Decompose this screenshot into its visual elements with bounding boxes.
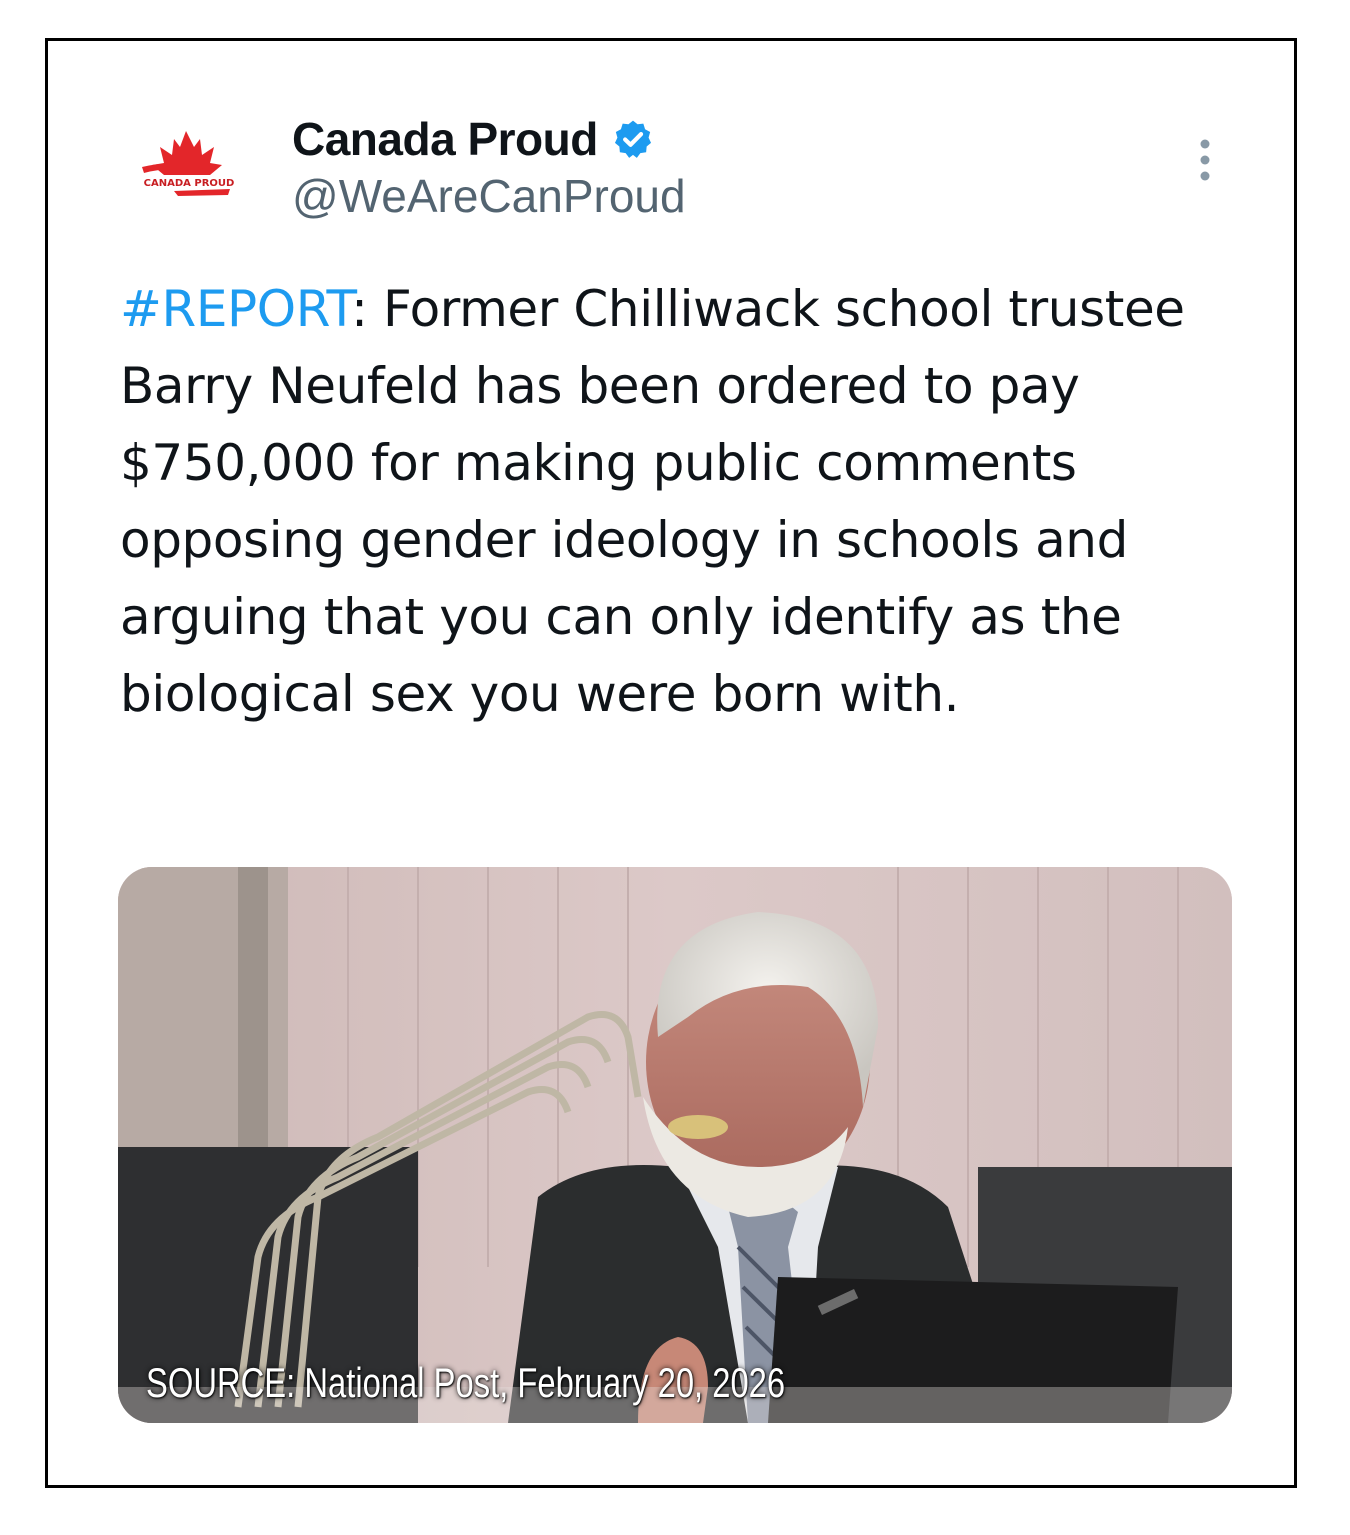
author-name-row: Canada Proud: [292, 111, 654, 167]
avatar-brand-text: CANADA PROUD: [144, 178, 235, 189]
author-handle[interactable]: @WeAreCanProud: [292, 169, 686, 223]
hashtag-link[interactable]: #REPORT: [120, 280, 351, 338]
post-text: #REPORT: Former Chilliwack school truste…: [120, 271, 1230, 733]
post-body: : Former Chilliwack school trustee Barry…: [120, 280, 1185, 723]
post-header: CANADA PROUD Canada Proud @WeAreCanProud: [48, 41, 1294, 271]
photo-illustration: [118, 867, 1232, 1423]
author-display-name[interactable]: Canada Proud: [292, 112, 598, 166]
more-vertical-icon[interactable]: [1191, 136, 1219, 184]
avatar[interactable]: CANADA PROUD: [134, 125, 244, 215]
post-card: CANADA PROUD Canada Proud @WeAreCanProud…: [45, 38, 1297, 1488]
maple-leaf-icon: CANADA PROUD: [142, 131, 235, 196]
verified-badge-icon: [612, 118, 654, 160]
post-image[interactable]: SOURCE: National Post, February 20, 2026: [118, 867, 1232, 1423]
image-source-caption: SOURCE: National Post, February 20, 2026: [146, 1359, 786, 1406]
